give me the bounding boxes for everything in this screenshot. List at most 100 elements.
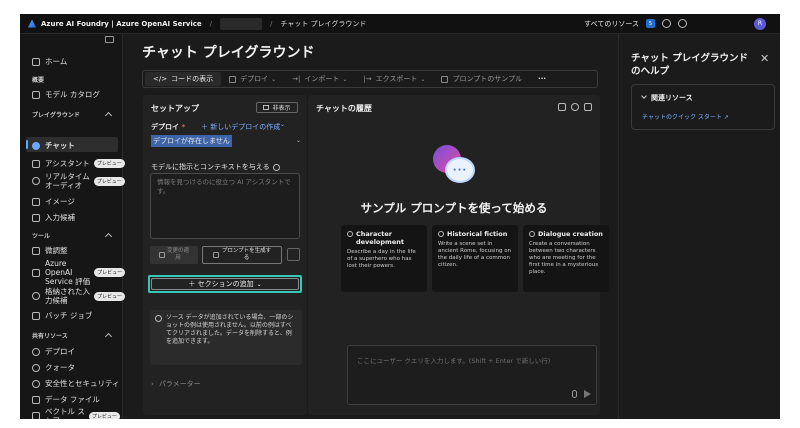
- sidebar-item-deployments[interactable]: デプロイ: [32, 346, 75, 357]
- stored-completions-icon: [32, 292, 40, 300]
- chevron-up-icon[interactable]: [104, 111, 113, 120]
- sidebar-item-quota[interactable]: クォータ: [32, 362, 75, 373]
- preview-badge: プレビュー: [88, 411, 120, 419]
- sidebar-item-image[interactable]: イメージ: [32, 196, 75, 207]
- code-icon: </>: [153, 75, 168, 83]
- sample-prompt-card[interactable]: Historical fiction Write a scene set in …: [432, 225, 518, 292]
- chat-input-placeholder: ここにユーザー クエリを入力します。(Shift + Enter で新しい行): [357, 357, 551, 365]
- deployment-label: デプロイ *: [151, 122, 185, 132]
- deploy-button[interactable]: デプロイ ⌄: [221, 74, 284, 84]
- toolbar-label: コードの表示: [171, 75, 214, 83]
- create-deployment-link[interactable]: ＋ 新しいデプロイの作成: [201, 122, 280, 132]
- chat-panel: チャットの履歴 ··· サンプル プロンプトを使って始める Character …: [308, 95, 609, 415]
- completions-icon: [32, 213, 40, 222]
- export-button[interactable]: |→ エクスポート ⌄: [355, 74, 433, 84]
- info-icon[interactable]: [272, 163, 280, 171]
- label-line: 格納された入: [45, 287, 90, 296]
- help-panel: チャット プレイグラウンドのヘルプ ✕ 関連リソース チャットのクイック スター…: [618, 34, 780, 419]
- chat-input[interactable]: ここにユーザー クエリを入力します。(Shift + Enter で新しい行): [347, 345, 597, 405]
- sidebar-item-home[interactable]: ホーム: [32, 56, 67, 67]
- label-line: OpenAI: [45, 268, 73, 277]
- card-title-text: Character development: [356, 230, 404, 246]
- speaker-icon[interactable]: [584, 103, 592, 111]
- label-line: Azure: [45, 259, 67, 268]
- chevron-up-icon[interactable]: [104, 332, 113, 341]
- sidebar-item-completions[interactable]: 入力候補: [32, 212, 75, 223]
- prompt-options-button[interactable]: [287, 248, 300, 261]
- import-button[interactable]: →| インポート ⌄: [284, 74, 355, 84]
- character-icon: [347, 231, 353, 237]
- card-title-text: Dialogue creation: [538, 230, 603, 238]
- sidebar-active-indicator: [26, 140, 28, 149]
- chevron-down-icon[interactable]: ⌄: [280, 121, 285, 128]
- microphone-icon[interactable]: [572, 390, 577, 398]
- close-icon[interactable]: ✕: [760, 52, 769, 65]
- azure-logo-icon: [28, 19, 36, 28]
- info-icon: [155, 315, 162, 322]
- sidebar-item-label: リアルタイム オーディオ: [45, 172, 90, 190]
- chat-quickstart-link[interactable]: チャットのクイック スタート ↗: [642, 112, 729, 121]
- feedback-icon[interactable]: [678, 19, 687, 28]
- send-icon[interactable]: [584, 390, 591, 398]
- preview-badge: プレビュー: [93, 159, 125, 168]
- sparkle-icon: [212, 252, 219, 258]
- sidebar-item-data-files[interactable]: データ ファイル: [32, 394, 100, 405]
- finetune-icon: [32, 246, 40, 255]
- sidebar-item-label: 安全性とセキュリティ: [45, 379, 120, 388]
- samples-icon: [441, 75, 449, 83]
- sample-prompt-card[interactable]: Dialogue creation Create a conversation …: [523, 225, 609, 292]
- deploy-icon: [229, 75, 237, 83]
- chat-history-title: チャットの履歴: [316, 104, 372, 113]
- sidebar-item-batch-jobs[interactable]: バッチ ジョブ: [32, 310, 92, 321]
- sidebar-item-assistant[interactable]: アシスタント プレビュー: [32, 158, 125, 169]
- breadcrumb-resource[interactable]: [220, 17, 263, 30]
- view-code-button[interactable]: </> コードの表示: [145, 72, 222, 86]
- chevron-down-icon: ⌄: [271, 75, 277, 83]
- evaluation-icon: [32, 268, 40, 277]
- sidebar-item-finetune[interactable]: 微調整: [32, 245, 68, 256]
- related-resources-toggle[interactable]: 関連リソース: [641, 93, 693, 103]
- avatar[interactable]: R: [754, 17, 766, 30]
- sidebar-item-label: データ ファイル: [45, 395, 100, 404]
- more-button[interactable]: ···: [530, 75, 554, 83]
- sidebar-section-shared[interactable]: 共有リソース: [32, 331, 68, 340]
- sidebar-section-tools[interactable]: ツール: [32, 231, 50, 240]
- gear-icon[interactable]: [571, 103, 579, 111]
- sidebar-item-label: 入力候補: [45, 213, 75, 222]
- add-section-button[interactable]: ＋ セクションの追加 ⌄: [151, 278, 299, 290]
- clear-chat-icon[interactable]: [558, 103, 566, 111]
- prompt-samples-button[interactable]: プロンプトのサンプル: [433, 74, 530, 84]
- apply-changes-button[interactable]: 変更の適用: [150, 246, 198, 264]
- parameters-toggle[interactable]: › パラメーター: [151, 379, 201, 389]
- notifications-icon[interactable]: 5: [646, 19, 655, 28]
- sidebar-item-label: バッチ ジョブ: [45, 311, 93, 320]
- deployment-select[interactable]: デプロイが存在しません ⌄: [151, 134, 301, 147]
- sidebar-item-stored-completions[interactable]: 格納された入 力候補 プレビュー: [32, 287, 126, 305]
- system-message-input[interactable]: 情報を見つけるのに役立つ AI アシスタントです。: [150, 173, 300, 239]
- setup-panel: セットアップ 非表示 デプロイ * ＋ 新しいデプロイの作成 ⌄ デプロイが存在…: [143, 95, 307, 415]
- sidebar-item-realtime-audio[interactable]: リアルタイム オーディオ プレビュー: [32, 172, 125, 190]
- audio-icon: [32, 177, 40, 185]
- sample-prompt-card[interactable]: Character development Describe a day in …: [341, 225, 427, 292]
- brand-link[interactable]: Azure AI Foundry | Azure OpenAI Service: [41, 20, 202, 28]
- assistant-icon: [32, 159, 40, 168]
- all-resources-link[interactable]: すべてのリソース: [584, 19, 639, 29]
- toolbar-label: プロンプトのサンプル: [452, 75, 523, 83]
- sidebar-section-overview: 概要: [32, 77, 45, 84]
- batch-icon: [32, 311, 40, 320]
- generate-prompt-button[interactable]: プロンプトを生成する: [202, 246, 282, 264]
- sidebar-item-model-catalog[interactable]: モデル カタログ: [32, 89, 100, 100]
- add-section-label: ＋ セクションの追加: [188, 280, 254, 288]
- app-window: Azure AI Foundry | Azure OpenAI Service …: [20, 14, 780, 419]
- sidebar-item-evaluation[interactable]: Azure OpenAI Service 評価 プレビュー: [32, 259, 126, 286]
- breadcrumb-separator: /: [209, 19, 213, 28]
- card-description: Write a scene set in ancient Rome, focus…: [438, 241, 512, 268]
- hide-setup-button[interactable]: 非表示: [256, 102, 298, 113]
- sidebar-section-playground[interactable]: プレイグラウンド: [32, 110, 80, 119]
- sidebar-item-chat[interactable]: チャット: [32, 140, 75, 151]
- chevron-up-icon[interactable]: [104, 232, 113, 241]
- sidebar-item-safety[interactable]: 安全性とセキュリティ: [32, 378, 120, 389]
- collapse-sidebar-icon[interactable]: [105, 36, 114, 43]
- gear-icon[interactable]: [662, 19, 671, 28]
- sidebar-item-vector-stores[interactable]: ベクトル ストアプレビュー: [32, 407, 120, 419]
